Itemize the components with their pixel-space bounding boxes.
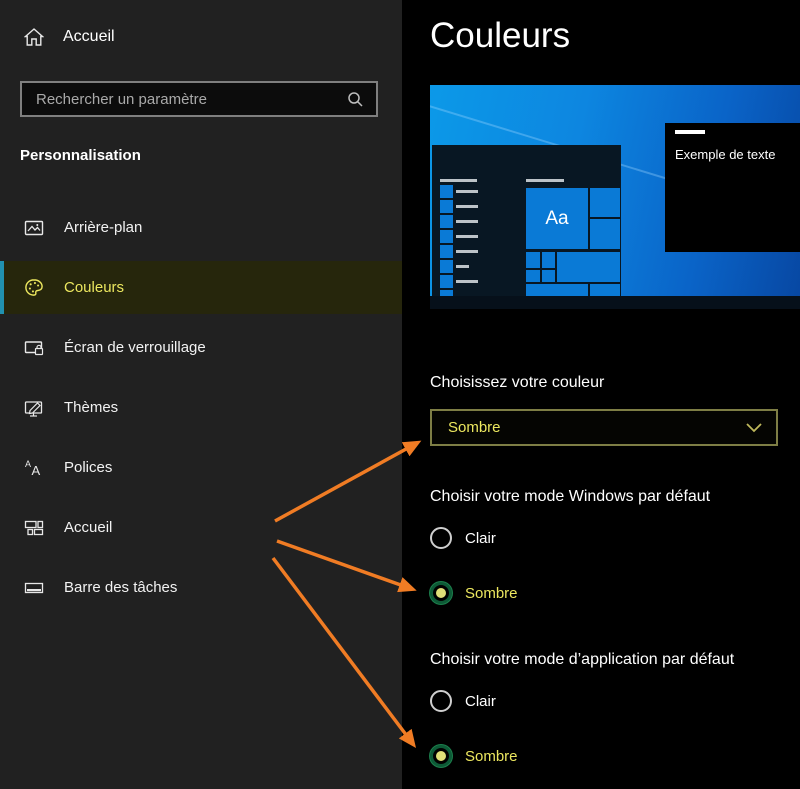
svg-text:A: A [25, 459, 31, 469]
chevron-down-icon [746, 422, 762, 433]
windows-mode-label: Choisir votre mode Windows par défaut [430, 488, 711, 505]
sidebar-item-label: Accueil [64, 519, 113, 536]
settings-sidebar: Accueil Personnalisation Arrière-plan Co… [0, 0, 402, 789]
preview-sample-text: Exemple de texte [675, 147, 776, 162]
start-tiles-icon [24, 518, 44, 538]
sidebar-item-themes[interactable]: Thèmes [0, 381, 402, 434]
themes-icon [24, 398, 44, 418]
lock-screen-icon [24, 338, 44, 358]
search-input[interactable] [22, 90, 347, 108]
sidebar-section-title: Personnalisation [20, 147, 141, 164]
palette-icon [24, 278, 44, 298]
home-icon [24, 27, 44, 47]
sidebar-item-polices[interactable]: AA Polices [0, 441, 402, 494]
preview-aa-label: Aa [545, 207, 569, 229]
windows-mode-radio-sombre[interactable]: Sombre [430, 582, 518, 604]
sidebar-home-label: Accueil [63, 28, 115, 45]
choose-color-label: Choisissez votre couleur [430, 374, 605, 391]
radio-label: Sombre [465, 584, 518, 602]
sidebar-item-ecran-de-verrouillage[interactable]: Écran de verrouillage [0, 321, 402, 374]
app-mode-label: Choisir votre mode d’application par déf… [430, 651, 735, 668]
preview-start-menu: Aa [432, 145, 621, 296]
page-title: Couleurs [430, 16, 571, 55]
search-box [20, 81, 378, 117]
sidebar-item-label: Écran de verrouillage [64, 339, 206, 356]
preview-taskbar [430, 296, 800, 309]
sidebar-nav: Arrière-plan Couleurs Écran de verrouill… [0, 201, 402, 621]
radio-selected-icon[interactable] [430, 582, 452, 604]
svg-text:A: A [32, 463, 41, 478]
background-image-icon [24, 218, 44, 238]
radio-label: Clair [465, 529, 496, 547]
theme-preview: Aa Exemple de texte [430, 85, 800, 309]
sidebar-item-arriere-plan[interactable]: Arrière-plan [0, 201, 402, 254]
color-mode-dropdown[interactable]: Sombre [430, 409, 778, 446]
sidebar-home-button[interactable]: Accueil [24, 27, 115, 47]
color-mode-dropdown-value: Sombre [448, 419, 501, 436]
taskbar-icon [24, 578, 44, 598]
radio-unselected-icon[interactable] [430, 527, 452, 549]
windows-mode-radio-clair[interactable]: Clair [430, 527, 496, 549]
app-mode-radio-sombre[interactable]: Sombre [430, 745, 518, 767]
fonts-icon: AA [24, 458, 44, 478]
radio-selected-icon[interactable] [430, 745, 452, 767]
search-icon[interactable] [347, 91, 376, 108]
sidebar-item-couleurs[interactable]: Couleurs [0, 261, 402, 314]
sidebar-item-accueil-start[interactable]: Accueil [0, 501, 402, 554]
sidebar-item-label: Thèmes [64, 399, 119, 416]
radio-label: Sombre [465, 747, 518, 765]
radio-label: Clair [465, 692, 496, 710]
sidebar-item-barre-des-taches[interactable]: Barre des tâches [0, 561, 402, 614]
sidebar-item-label: Barre des tâches [64, 579, 178, 596]
preview-aa-tile: Aa [526, 188, 588, 249]
preview-window-titlebar [675, 130, 705, 134]
preview-sample-window: Exemple de texte [665, 123, 800, 252]
sidebar-item-label: Polices [64, 459, 113, 476]
app-mode-radio-clair[interactable]: Clair [430, 690, 496, 712]
colors-settings-pane: Couleurs Aa Exemple de texte Choisissez … [402, 0, 800, 789]
sidebar-item-label: Couleurs [64, 279, 125, 296]
sidebar-item-label: Arrière-plan [64, 219, 143, 236]
radio-unselected-icon[interactable] [430, 690, 452, 712]
